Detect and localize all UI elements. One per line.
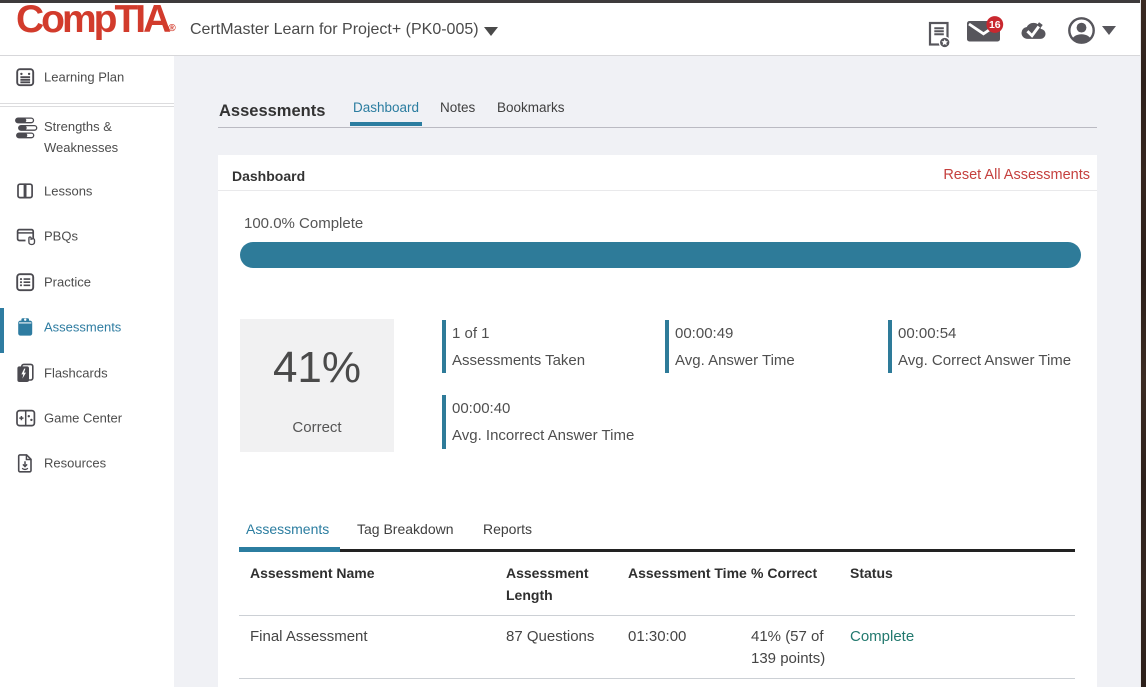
- svg-text:16: 16: [989, 19, 1001, 31]
